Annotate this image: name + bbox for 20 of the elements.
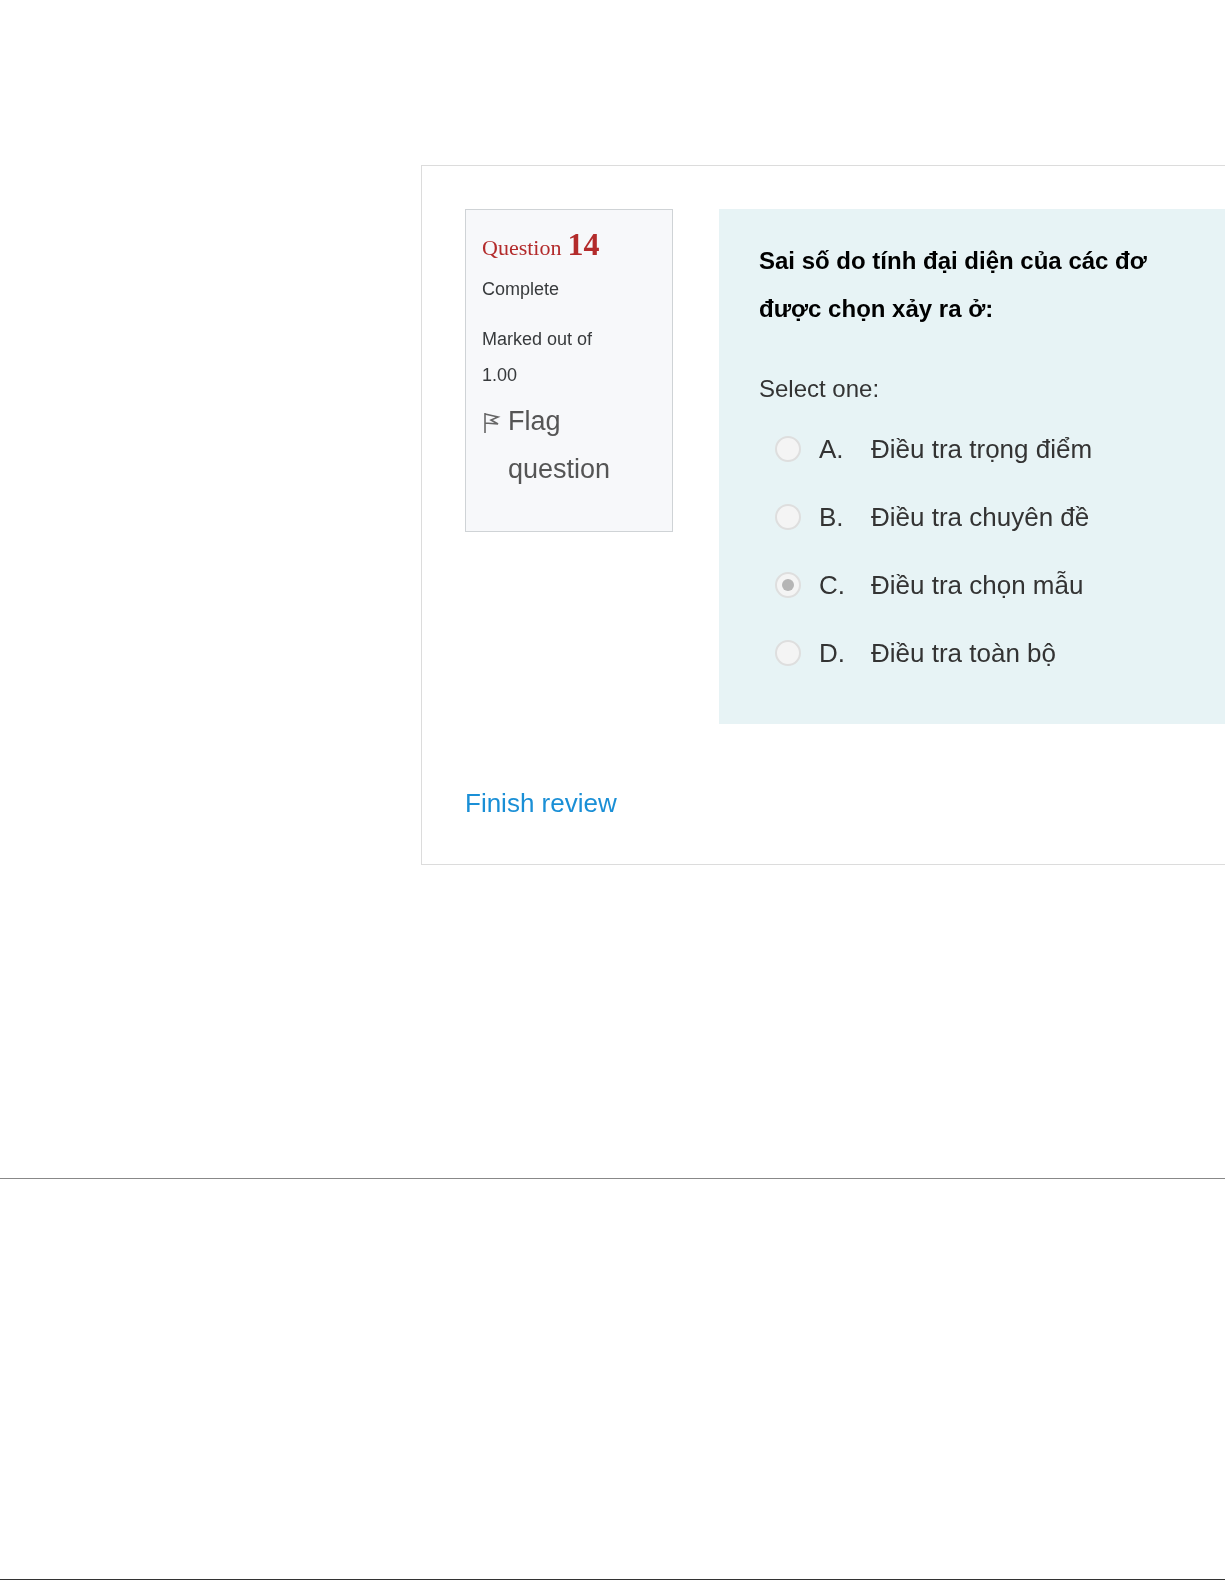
- marked-out-of-text: 1.00: [482, 364, 519, 387]
- flag-question-link[interactable]: Flag question: [508, 397, 648, 493]
- question-number: 14: [567, 228, 600, 260]
- flag-icon[interactable]: [482, 411, 502, 435]
- option-letter: C.: [819, 568, 846, 602]
- finish-review-link[interactable]: Finish review: [465, 784, 617, 823]
- option-text: Điều tra chuyên đề: [871, 500, 1090, 534]
- option-letter: D.: [819, 636, 846, 670]
- question-text: được chọn xảy ra ở:: [759, 294, 995, 324]
- select-one-label: Select one:: [759, 374, 881, 404]
- question-text: Sai số do tính đại diện của các đơ: [759, 246, 1148, 276]
- option-letter: A.: [819, 432, 845, 466]
- option-text: Điều tra trọng điểm: [871, 432, 1093, 466]
- option-text: Điều tra toàn bộ: [871, 636, 1056, 670]
- radio-button[interactable]: [775, 572, 801, 598]
- question-status: Complete: [482, 278, 561, 301]
- option-letter: B.: [819, 500, 845, 534]
- question-label: Question: [482, 234, 562, 262]
- option-text: Điều tra chọn mẫu: [871, 568, 1084, 602]
- marked-out-of-text: Marked out of: [482, 328, 594, 351]
